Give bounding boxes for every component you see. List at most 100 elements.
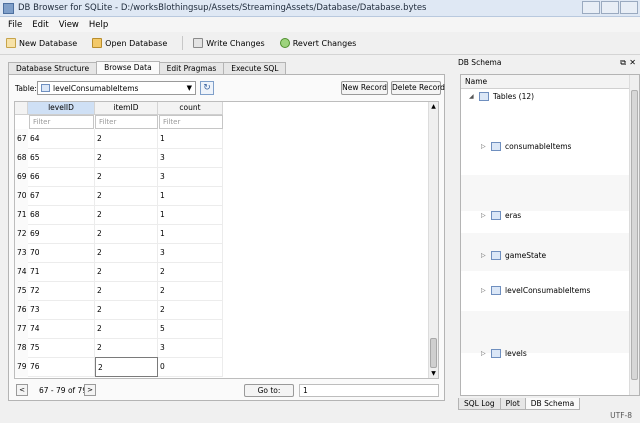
goto-input[interactable]: 1 <box>299 384 439 397</box>
row-number[interactable]: 73 <box>15 243 28 263</box>
cell-levelid[interactable]: 67 <box>28 186 95 206</box>
table-row[interactable]: 73 70 2 3 <box>15 243 425 263</box>
scroll-down-icon[interactable]: ▼ <box>429 369 438 378</box>
table-row[interactable]: 74 71 2 2 <box>15 262 425 282</box>
cell-levelid[interactable]: 71 <box>28 262 95 282</box>
row-number[interactable]: 74 <box>15 262 28 282</box>
column-header-count[interactable]: count <box>158 102 223 115</box>
open-database-button[interactable]: Open Database <box>92 38 167 48</box>
tab-db-schema[interactable]: DB Schema <box>524 398 581 410</box>
cell-itemid[interactable]: 2 <box>95 167 158 187</box>
cell-count[interactable]: 3 <box>158 243 223 263</box>
cell-itemid[interactable]: 2 <box>95 338 158 358</box>
tree-item-consumableitems[interactable]: ▷ consumableItems <box>481 142 571 151</box>
cell-count[interactable]: 3 <box>158 148 223 168</box>
tab-browse-data[interactable]: Browse Data <box>96 61 160 74</box>
cell-count[interactable]: 2 <box>158 300 223 320</box>
undock-icon[interactable]: ⧉ <box>620 56 626 69</box>
cell-itemid[interactable]: 2 <box>95 357 158 377</box>
tree-item-levelconsumableitems[interactable]: ▷ levelConsumableItems <box>481 286 590 295</box>
scrollbar-thumb[interactable] <box>430 338 437 368</box>
menu-edit[interactable]: Edit <box>27 20 53 30</box>
new-database-button[interactable]: New Database <box>6 38 77 48</box>
maximize-button[interactable] <box>601 1 619 14</box>
row-number[interactable]: 79 <box>15 357 28 377</box>
table-row[interactable]: 79 76 2 0 <box>15 357 425 377</box>
table-row[interactable]: 72 69 2 1 <box>15 224 425 244</box>
filter-itemid[interactable]: Filter <box>95 115 158 129</box>
row-number[interactable]: 78 <box>15 338 28 358</box>
table-row[interactable]: 68 65 2 3 <box>15 148 425 168</box>
row-number[interactable]: 69 <box>15 167 28 187</box>
cell-itemid[interactable]: 2 <box>95 129 158 149</box>
cell-levelid[interactable]: 70 <box>28 243 95 263</box>
write-changes-button[interactable]: Write Changes <box>193 38 265 48</box>
cell-levelid[interactable]: 68 <box>28 205 95 225</box>
table-row[interactable]: 70 67 2 1 <box>15 186 425 206</box>
column-header-levelid[interactable]: levelID <box>28 102 95 115</box>
table-row[interactable]: 71 68 2 1 <box>15 205 425 225</box>
cell-levelid[interactable]: 76 <box>28 357 95 377</box>
cell-itemid[interactable]: 2 <box>95 262 158 282</box>
goto-button[interactable]: Go to: <box>244 384 294 397</box>
tab-edit-pragmas[interactable]: Edit Pragmas <box>158 62 225 74</box>
cell-count[interactable]: 3 <box>158 167 223 187</box>
cell-itemid[interactable]: 2 <box>95 300 158 320</box>
table-row[interactable]: 75 72 2 2 <box>15 281 425 301</box>
cell-levelid[interactable]: 73 <box>28 300 95 320</box>
cell-count[interactable]: 1 <box>158 129 223 149</box>
column-header-itemid[interactable]: itemID <box>95 102 158 115</box>
cell-count[interactable]: 2 <box>158 281 223 301</box>
grid-scrollbar[interactable]: ▲ ▼ <box>428 102 438 378</box>
close-button[interactable] <box>620 1 638 14</box>
tree-tables-node[interactable]: ◢ Tables (12) <box>469 92 534 101</box>
schema-scrollbar-thumb[interactable] <box>631 90 638 380</box>
minimize-button[interactable] <box>582 1 600 14</box>
cell-itemid[interactable]: 2 <box>95 224 158 244</box>
tree-item-eras[interactable]: ▷ eras <box>481 211 521 220</box>
tab-execute-sql[interactable]: Execute SQL <box>223 62 287 74</box>
filter-levelid[interactable]: Filter <box>29 115 94 129</box>
menu-view[interactable]: View <box>54 20 84 30</box>
row-number[interactable]: 77 <box>15 319 28 339</box>
cell-levelid[interactable]: 64 <box>28 129 95 149</box>
filter-count[interactable]: Filter <box>159 115 223 129</box>
row-number[interactable]: 70 <box>15 186 28 206</box>
row-number[interactable]: 71 <box>15 205 28 225</box>
cell-itemid[interactable]: 2 <box>95 148 158 168</box>
next-page-button[interactable]: > <box>84 384 96 396</box>
previous-page-button[interactable]: < <box>16 384 28 396</box>
cell-levelid[interactable]: 75 <box>28 338 95 358</box>
close-icon[interactable]: ✕ <box>629 56 636 69</box>
cell-itemid[interactable]: 2 <box>95 281 158 301</box>
cell-levelid[interactable]: 65 <box>28 148 95 168</box>
tab-database-structure[interactable]: Database Structure <box>8 62 98 74</box>
cell-count[interactable]: 1 <box>158 186 223 206</box>
table-row[interactable]: 67 64 2 1 <box>15 129 425 149</box>
cell-count[interactable]: 3 <box>158 338 223 358</box>
row-number[interactable]: 72 <box>15 224 28 244</box>
cell-levelid[interactable]: 74 <box>28 319 95 339</box>
delete-record-button[interactable]: Delete Record <box>391 81 445 95</box>
tree-item-levels[interactable]: ▷ levels <box>481 349 527 358</box>
cell-itemid[interactable]: 2 <box>95 319 158 339</box>
menu-help[interactable]: Help <box>84 20 113 30</box>
table-row[interactable]: 76 73 2 2 <box>15 300 425 320</box>
row-number[interactable]: 68 <box>15 148 28 168</box>
cell-levelid[interactable]: 66 <box>28 167 95 187</box>
cell-count[interactable]: 5 <box>158 319 223 339</box>
row-number[interactable]: 76 <box>15 300 28 320</box>
menu-file[interactable]: File <box>3 20 27 30</box>
cell-itemid[interactable]: 2 <box>95 186 158 206</box>
tree-item-gamestate[interactable]: ▷ gameState <box>481 251 546 260</box>
cell-levelid[interactable]: 72 <box>28 281 95 301</box>
row-number[interactable]: 67 <box>15 129 28 149</box>
cell-itemid[interactable]: 2 <box>95 243 158 263</box>
cell-levelid[interactable]: 69 <box>28 224 95 244</box>
scroll-up-icon[interactable]: ▲ <box>429 102 438 111</box>
cell-count[interactable]: 1 <box>158 224 223 244</box>
cell-itemid[interactable]: 2 <box>95 205 158 225</box>
table-select[interactable]: levelConsumableItems ▼ <box>37 81 196 95</box>
cell-count[interactable]: 1 <box>158 205 223 225</box>
tab-sql-log[interactable]: SQL Log <box>458 398 501 410</box>
